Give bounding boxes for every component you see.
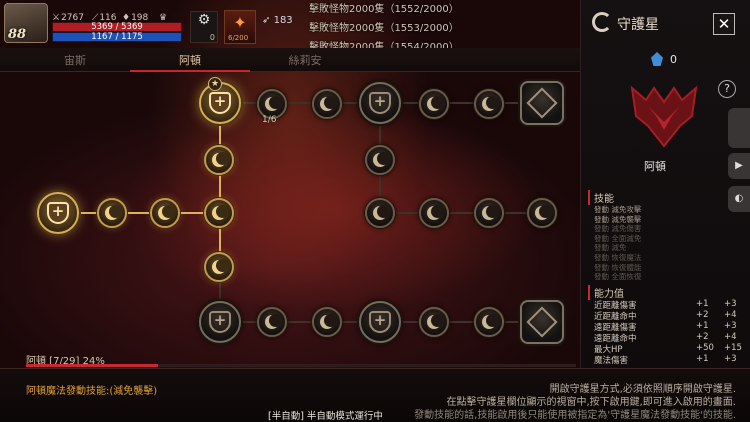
attribute-next: +4 bbox=[724, 332, 737, 342]
guardian-logo-icon bbox=[592, 12, 612, 32]
guardian-node[interactable] bbox=[419, 307, 449, 337]
guardian-node-major[interactable] bbox=[199, 301, 241, 343]
attribute-current: +1 bbox=[696, 299, 709, 309]
attribute-next: +3 bbox=[724, 354, 737, 364]
guardian-node-unlocked[interactable] bbox=[204, 198, 234, 228]
aton-crest-emblem bbox=[630, 85, 698, 148]
attribute-current: +2 bbox=[696, 332, 709, 342]
help-button[interactable]: ? bbox=[718, 80, 736, 98]
guardian-node[interactable] bbox=[474, 307, 504, 337]
attribute-current: +1 bbox=[696, 321, 709, 331]
guardian-node[interactable] bbox=[312, 307, 342, 337]
attribute-row: 魔法傷害 +1 +3 bbox=[594, 354, 742, 366]
guardian-node-major[interactable] bbox=[359, 82, 401, 124]
guardian-node[interactable] bbox=[527, 198, 557, 228]
guardian-node-unlocked[interactable] bbox=[150, 198, 180, 228]
side-tab-1[interactable] bbox=[728, 108, 750, 148]
close-button[interactable]: ✕ bbox=[713, 13, 735, 35]
guardian-node-final[interactable] bbox=[520, 81, 564, 125]
attribute-next: +3 bbox=[724, 321, 737, 331]
guardian-node[interactable] bbox=[419, 198, 449, 228]
guardian-node-unlocked[interactable] bbox=[97, 198, 127, 228]
attribute-current: +2 bbox=[696, 310, 709, 320]
guardian-node-major[interactable] bbox=[359, 301, 401, 343]
panel-title: 守護星 bbox=[617, 17, 659, 33]
guardian-node[interactable] bbox=[474, 89, 504, 119]
node-progress: 1/6 bbox=[262, 115, 277, 125]
attribute-current: +50 bbox=[696, 343, 714, 353]
play-icon[interactable]: ▶ bbox=[728, 153, 750, 179]
hint-line: 發動技能的話,技能啟用後只能使用被指定為'守護星魔法發動技能'的技能. bbox=[414, 410, 736, 421]
guardian-node-start[interactable] bbox=[37, 192, 79, 234]
skills-header: 技能 bbox=[588, 190, 614, 205]
guardian-progress-fill bbox=[26, 364, 158, 367]
swirl-icon[interactable]: ◐ bbox=[728, 186, 750, 212]
guardian-skill-line: 阿頓魔法發動技能:(減免襲擊) bbox=[26, 386, 158, 397]
guardian-node[interactable] bbox=[365, 198, 395, 228]
attribute-next: +15 bbox=[724, 343, 742, 353]
guardian-node[interactable] bbox=[365, 145, 395, 175]
guardian-node-unlocked[interactable] bbox=[204, 252, 234, 282]
guardian-node[interactable] bbox=[474, 198, 504, 228]
star-icon: ★ bbox=[208, 77, 222, 91]
guardian-node[interactable] bbox=[257, 307, 287, 337]
guardian-node-final[interactable] bbox=[520, 300, 564, 344]
guardian-node-unlocked[interactable] bbox=[204, 145, 234, 175]
guardian-node[interactable] bbox=[419, 89, 449, 119]
auto-mode-status[interactable]: [半自動] 半自動模式運行中 bbox=[268, 408, 383, 422]
guardian-progress-bar bbox=[26, 364, 576, 367]
attribute-current: +1 bbox=[696, 354, 709, 364]
attribute-name: 魔法傷害 bbox=[594, 356, 629, 366]
attributes-header: 能力值 bbox=[588, 285, 624, 300]
attribute-next: +4 bbox=[724, 310, 737, 320]
skill-item: 發動 全面恢復 bbox=[594, 272, 642, 282]
attribute-next: +3 bbox=[724, 299, 737, 309]
crystal-count: 0 bbox=[670, 53, 677, 66]
guardian-name: 阿頓 bbox=[644, 160, 666, 173]
guardian-node[interactable] bbox=[312, 89, 342, 119]
